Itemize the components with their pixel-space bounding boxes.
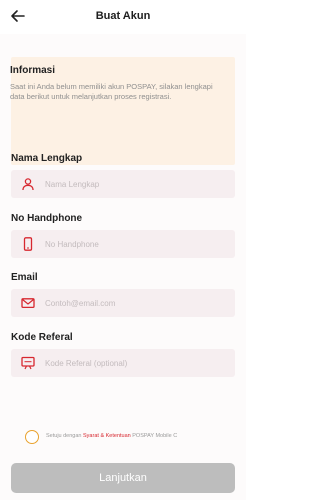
person-icon [21,177,35,191]
terms-suffix: POSPAY Mobile C [130,433,178,439]
referral-field[interactable] [11,349,235,377]
email-input[interactable] [45,289,225,317]
referral-label: Kode Referal [11,332,73,343]
referral-input[interactable] [45,349,225,377]
mail-icon [21,296,35,310]
phone-label: No Handphone [11,213,83,224]
info-title: Informasi [10,65,56,76]
page-title: Buat Akun [95,10,151,22]
name-label: Nama Lengkap [11,153,83,164]
name-input[interactable] [45,170,225,198]
email-field[interactable] [11,289,235,317]
phone-icon [21,237,35,251]
referral-icon [21,356,35,370]
terms-link[interactable]: Syarat & Ketentuan [83,433,131,439]
phone-input[interactable] [45,230,225,258]
email-label: Email [11,272,38,283]
phone-field[interactable] [11,230,235,258]
terms-prefix: Setuju dengan [46,433,84,439]
app-header: Buat Akun [0,0,246,34]
info-text: Saat ini Anda belum memiliki akun POSPAY… [10,82,213,101]
continue-button[interactable]: Lanjutkan [11,463,235,493]
terms-checkbox[interactable] [25,430,39,444]
terms-text: Setuju dengan Syarat & Ketentuan POSPAY … [46,433,177,439]
terms-row: Setuju dengan Syarat & Ketentuan POSPAY … [25,430,240,446]
name-field[interactable] [11,170,235,198]
